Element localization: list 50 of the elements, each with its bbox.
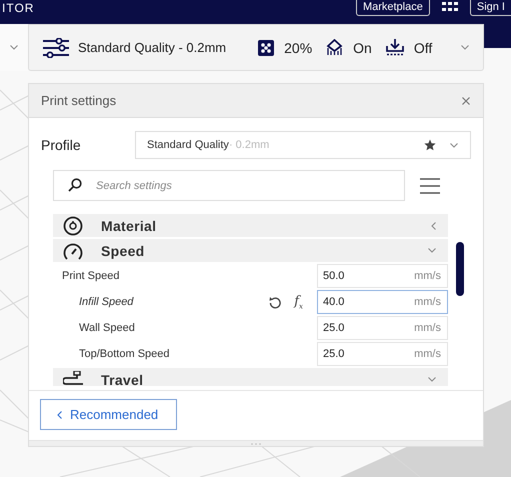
support-value: On: [353, 40, 372, 56]
spool-icon: [63, 216, 83, 236]
profile-summary: Standard Quality - 0.2mm: [78, 40, 226, 55]
function-button[interactable]: f$_{x}$: [294, 294, 303, 310]
setting-label: Infill Speed: [78, 296, 134, 308]
infill-value: 20%: [284, 40, 312, 56]
setting-value-field[interactable]: 40.0 mm/s: [317, 290, 448, 314]
setting-value-field[interactable]: 25.0 mm/s: [317, 316, 448, 340]
sign-in-button[interactable]: Sign I: [470, 0, 511, 16]
reset-icon[interactable]: [269, 296, 282, 308]
adhesion-icon: [386, 39, 404, 56]
chevron-down-icon: [450, 142, 458, 148]
apps-grid-icon[interactable]: [442, 2, 458, 12]
chevron-down-icon: [10, 45, 18, 50]
menu-icon[interactable]: [420, 178, 440, 194]
scrollbar-thumb[interactable]: [456, 242, 464, 296]
setting-label: Wall Speed: [78, 322, 135, 334]
setting-value-field[interactable]: 25.0 mm/s: [317, 342, 448, 366]
gauge-icon: [63, 242, 83, 260]
setting-label: Print Speed: [61, 270, 120, 282]
star-icon[interactable]: [424, 139, 436, 151]
travel-icon: [63, 370, 83, 386]
adhesion-value: Off: [414, 40, 432, 56]
category-label: Material: [101, 218, 156, 234]
recommended-button[interactable]: Recommended: [40, 399, 177, 430]
sliders-icon: [43, 38, 69, 58]
chevron-down-icon: [428, 377, 436, 382]
category-header[interactable]: Material: [53, 214, 448, 237]
search-icon: [68, 178, 82, 192]
support-icon: [326, 39, 344, 56]
chevron-left-icon: [431, 222, 436, 230]
print-setup-bar[interactable]: Standard Quality - 0.2mm 20% On Off: [28, 24, 484, 71]
profile-label: Profile: [41, 137, 82, 153]
app-title: ITOR: [2, 0, 34, 16]
chevron-down-icon: [461, 45, 469, 50]
close-icon[interactable]: [462, 96, 470, 104]
profile-dropdown[interactable]: Standard Quality· 0.2mm: [135, 131, 471, 159]
category-header[interactable]: Travel: [53, 368, 448, 386]
setting-label: Top/Bottom Speed: [78, 348, 170, 360]
marketplace-button[interactable]: Marketplace: [356, 0, 430, 16]
category-label: Speed: [101, 242, 145, 258]
chevron-down-icon: [428, 248, 436, 253]
infill-icon: [258, 40, 274, 56]
chevron-left-icon: [57, 410, 62, 418]
category-header[interactable]: Speed: [53, 239, 448, 262]
category-label: Travel: [101, 372, 144, 386]
search-field[interactable]: Search settings: [53, 170, 405, 201]
resize-handle[interactable]: [29, 440, 483, 446]
panel-title: Print settings: [41, 93, 116, 108]
setting-value-field[interactable]: 50.0 mm/s: [317, 264, 448, 288]
